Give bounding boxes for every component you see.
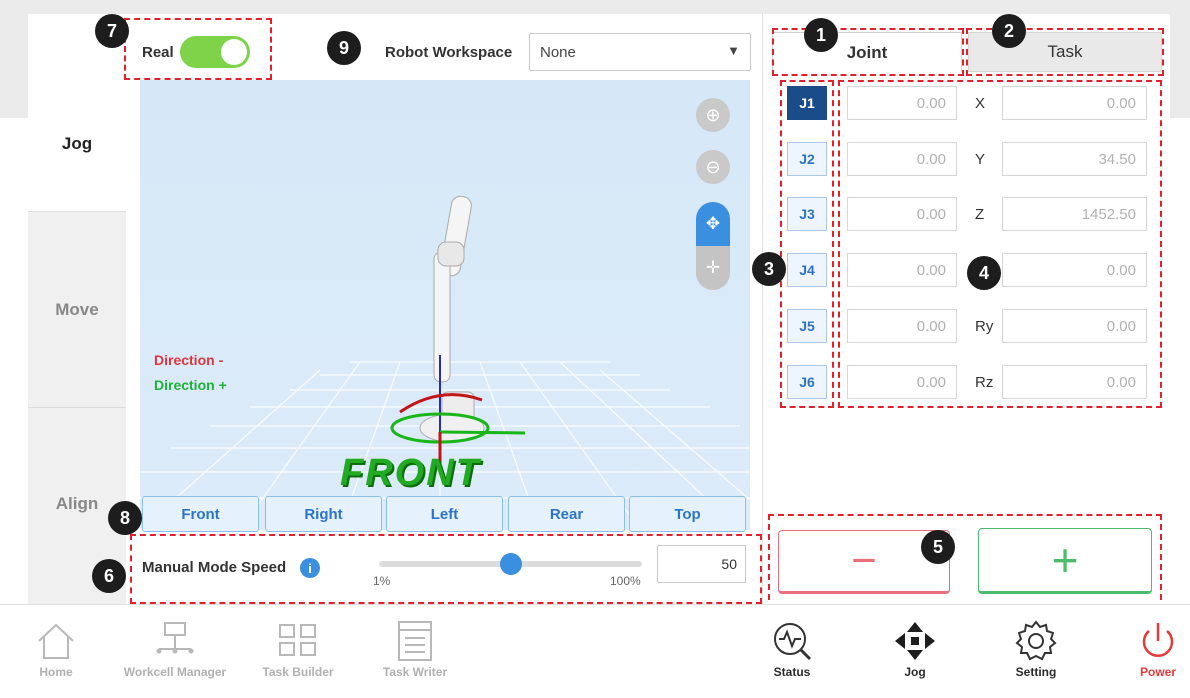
bottom-nav-power[interactable]: Power <box>1128 617 1188 679</box>
bottom-nav-label: Status <box>773 665 811 679</box>
badge-5: 5 <box>921 530 955 564</box>
nav-tab-move[interactable]: Move <box>28 211 126 407</box>
badge-6: 6 <box>92 559 126 593</box>
chevron-down-icon: ▼ <box>727 43 740 58</box>
pan-icon[interactable]: ✛ <box>696 246 730 290</box>
bottom-nav-label: Power <box>1139 665 1176 679</box>
badge-7: 7 <box>95 14 129 48</box>
bottom-nav-task-writer[interactable]: Task Writer <box>370 617 460 679</box>
badge-4: 4 <box>967 256 1001 290</box>
annotation-box-3 <box>780 80 834 408</box>
robot-3d-viewport[interactable]: ⊕ ⊖ ✥ ✛ Direction - Direction + FRONT <box>140 80 750 530</box>
rotate-icon[interactable]: ✥ <box>696 202 730 246</box>
bottom-nav: Home Workcell Manager Task Builder Task … <box>0 604 1190 698</box>
annotation-box-6 <box>130 534 762 604</box>
bottom-nav-label: Task Writer <box>382 665 448 679</box>
workcell-icon <box>153 617 197 665</box>
direction-minus-label: Direction - <box>154 352 224 368</box>
view-mode-toggle: ✥ ✛ <box>696 202 730 290</box>
bottom-nav-workcell-manager[interactable]: Workcell Manager <box>112 617 238 679</box>
power-icon <box>1136 617 1180 665</box>
badge-3: 3 <box>752 252 786 286</box>
view-right-button[interactable]: Right <box>265 496 382 532</box>
status-icon <box>770 617 814 665</box>
task-writer-icon <box>395 617 435 665</box>
badge-1: 1 <box>804 18 838 52</box>
task-builder-icon <box>277 617 319 665</box>
annotation-box-4 <box>838 80 1162 408</box>
badge-2: 2 <box>992 14 1026 48</box>
workspace-value: None <box>540 44 576 61</box>
badge-9: 9 <box>327 31 361 65</box>
view-top-button[interactable]: Top <box>629 496 746 532</box>
bottom-nav-home[interactable]: Home <box>26 617 86 679</box>
workspace-select[interactable]: None ▼ <box>529 33 751 71</box>
annotation-box-7 <box>124 18 272 80</box>
bottom-nav-jog[interactable]: Jog <box>885 617 945 679</box>
zoom-in-icon[interactable]: ⊕ <box>696 98 730 132</box>
badge-8: 8 <box>108 501 142 535</box>
bottom-nav-label: Jog <box>904 665 926 679</box>
nav-tab-jog[interactable]: Jog <box>28 77 126 211</box>
bottom-nav-setting[interactable]: Setting <box>1006 617 1066 679</box>
nav-tab-label: Move <box>55 299 99 319</box>
home-icon <box>35 617 77 665</box>
bottom-nav-task-builder[interactable]: Task Builder <box>250 617 346 679</box>
front-floor-label: FRONT <box>340 452 481 494</box>
zoom-out-icon[interactable]: ⊖ <box>696 150 730 184</box>
direction-plus-label: Direction + <box>154 377 227 393</box>
view-left-button[interactable]: Left <box>386 496 503 532</box>
view-rear-button[interactable]: Rear <box>508 496 625 532</box>
bottom-nav-label: Home <box>39 665 73 679</box>
jog-icon <box>893 617 937 665</box>
annotation-box-1 <box>772 28 964 76</box>
bottom-nav-label: Setting <box>1015 665 1057 679</box>
nav-tab-label: Jog <box>61 134 93 153</box>
annotation-box-5 <box>768 514 1162 610</box>
bottom-nav-label: Workcell Manager <box>123 665 227 679</box>
gear-icon <box>1014 617 1058 665</box>
robot-arm <box>419 195 485 443</box>
view-front-button[interactable]: Front <box>142 496 259 532</box>
bottom-nav-label: Task Builder <box>262 665 334 679</box>
nav-tab-label: Align <box>55 494 99 513</box>
workspace-label: Robot Workspace <box>385 44 513 61</box>
bottom-nav-status[interactable]: Status <box>762 617 822 679</box>
